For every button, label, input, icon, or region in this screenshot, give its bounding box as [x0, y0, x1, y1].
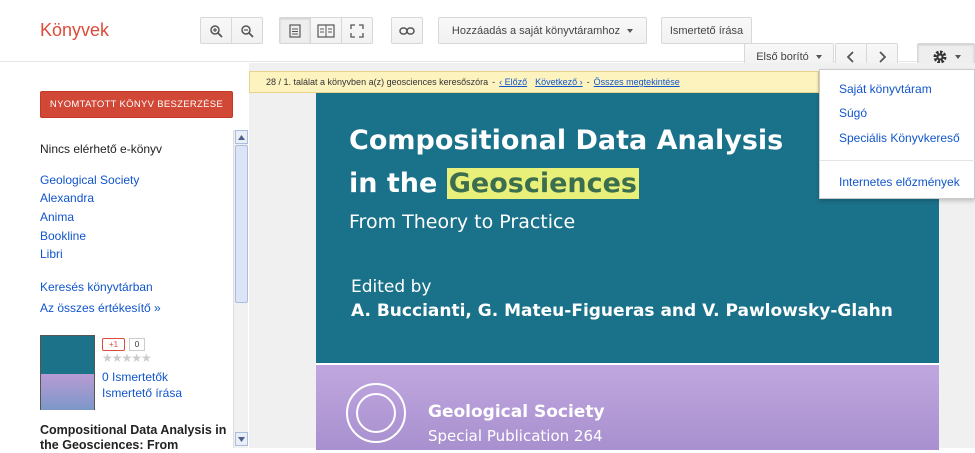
arrow-down-icon	[238, 436, 245, 442]
sidebar: NYOMTATOTT KÖNYV BESZERZÉSE Nincs elérhe…	[0, 63, 248, 452]
menu-item-advanced-search[interactable]: Speciális Könyvkereső	[839, 131, 960, 145]
show-all-results-link[interactable]: Összes megtekintése	[594, 77, 680, 87]
arrow-up-icon	[238, 134, 245, 140]
settings-menu: Saját könyvtáram Súgó Speciális Könyvker…	[819, 69, 975, 199]
link-icon	[399, 26, 415, 35]
view-mode-group	[279, 17, 373, 44]
add-to-library-button[interactable]: Hozzáadás a saját könyvtáramhoz	[438, 17, 647, 44]
gplus-count: 0	[129, 338, 145, 351]
two-page-view-button[interactable]	[310, 17, 342, 44]
seller-link-geological-society[interactable]: Geological Society	[40, 173, 139, 187]
seller-link-alexandra[interactable]: Alexandra	[40, 191, 94, 205]
rating-stars: ★★★★★	[102, 351, 152, 365]
zoom-in-icon	[210, 24, 223, 38]
chevron-right-icon	[879, 50, 886, 63]
first-cover-label: Első borító	[756, 50, 809, 63]
seller-link-anima[interactable]: Anima	[40, 210, 74, 224]
chevron-down-icon	[954, 54, 961, 59]
menu-item-web-history[interactable]: Internetes előzmények	[839, 175, 960, 189]
scroll-down-arrow[interactable]	[235, 432, 248, 446]
library-search-link[interactable]: Keresés könyvtárban	[40, 280, 153, 294]
search-result-bar: 28 / 1. találat a könyvben a(z) geoscien…	[249, 71, 819, 93]
seller-link-bookline[interactable]: Bookline	[40, 229, 86, 243]
chevron-down-icon	[627, 28, 634, 33]
reviews-count-link[interactable]: 0 Ismertetők	[102, 370, 168, 384]
menu-item-help[interactable]: Súgó	[839, 106, 867, 120]
sidebar-scrollbar[interactable]	[233, 130, 248, 448]
top-toolbar: Könyvek Hozzáadás a saját könyvtáramhoz …	[0, 0, 975, 70]
write-review-button[interactable]: Ismertető írása	[661, 17, 752, 44]
cover-publisher: Geological Society	[428, 402, 605, 422]
all-sellers-link[interactable]: Az összes értékesítő »	[40, 301, 161, 315]
search-result-text: 28 / 1. találat a könyvben a(z) geoscien…	[266, 77, 489, 87]
single-page-icon	[289, 23, 301, 38]
gplus-button[interactable]: +1	[102, 338, 125, 351]
book-cover-thumbnail[interactable]	[40, 335, 95, 410]
no-ebook-text: Nincs elérhető e-könyv	[40, 142, 163, 156]
single-page-view-button[interactable]	[279, 17, 311, 44]
cover-subtitle: From Theory to Practice	[349, 211, 576, 233]
fullscreen-button[interactable]	[341, 17, 373, 44]
zoom-in-button[interactable]	[200, 17, 232, 44]
buy-print-book-button[interactable]: NYOMTATOTT KÖNYV BESZERZÉSE	[40, 91, 233, 118]
next-result-link[interactable]: Következő ›	[535, 77, 583, 87]
scrollbar-thumb[interactable]	[235, 145, 248, 303]
cover-title-line1: Compositional Data Analysis	[349, 125, 784, 156]
fullscreen-icon	[350, 23, 364, 38]
scroll-up-arrow[interactable]	[235, 130, 248, 144]
cover-publication: Special Publication 264	[428, 427, 603, 445]
write-review-link[interactable]: Ismertető írása	[102, 386, 182, 400]
book-title: Compositional Data Analysis in the Geosc…	[40, 423, 227, 452]
search-highlight: Geosciences	[446, 168, 639, 199]
cover-title-prefix: in the	[349, 168, 447, 199]
chevron-down-icon	[815, 54, 822, 59]
previous-result-link[interactable]: ‹ Előző	[499, 77, 527, 87]
cover-edited-by: Edited by	[351, 277, 432, 297]
books-brand[interactable]: Könyvek	[40, 20, 109, 41]
society-seal-logo	[346, 383, 406, 443]
menu-divider	[820, 160, 975, 161]
zoom-group	[200, 17, 263, 44]
link-button[interactable]	[391, 17, 423, 44]
cover-bottom-panel	[316, 365, 939, 450]
zoom-out-icon	[241, 24, 254, 38]
seller-link-libri[interactable]: Libri	[40, 247, 63, 261]
add-to-library-label: Hozzáadás a saját könyvtáramhoz	[451, 24, 621, 37]
separator: -	[586, 77, 590, 87]
separator: -	[492, 77, 496, 87]
two-page-icon	[317, 23, 335, 38]
chevron-left-icon	[847, 50, 854, 63]
cover-title-line2: in the Geosciences	[349, 168, 639, 199]
zoom-out-button[interactable]	[231, 17, 263, 44]
cover-authors: A. Buccianti, G. Mateu-Figueras and V. P…	[351, 301, 893, 321]
write-review-label: Ismertető írása	[669, 24, 744, 37]
menu-item-my-library[interactable]: Saját könyvtáram	[839, 82, 932, 96]
